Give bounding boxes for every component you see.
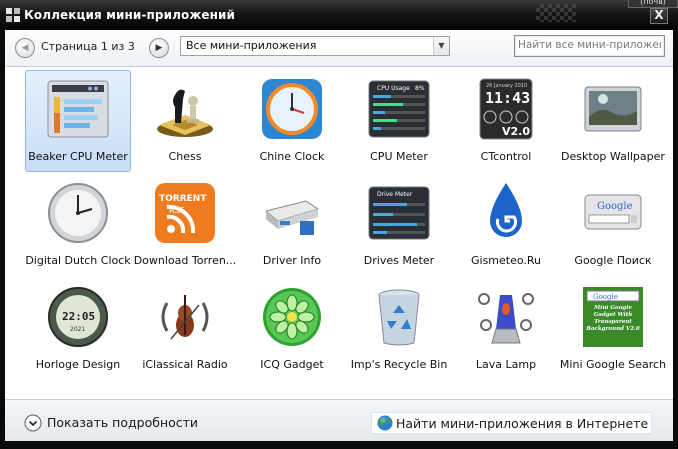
gadget-tile[interactable]: Chess: [132, 70, 238, 172]
gadget-label: Horloge Design: [35, 358, 121, 371]
gadget-label: Drives Meter: [363, 254, 435, 267]
gadget-label: CTcontrol: [480, 150, 532, 163]
gadget-label: Driver Info: [262, 254, 322, 267]
drives-meter-icon: Drive Meter: [368, 186, 430, 240]
svg-text:11:43: 11:43: [485, 89, 530, 107]
svg-text:22:05: 22:05: [62, 310, 95, 323]
svg-text:Google: Google: [593, 293, 618, 301]
horloge-design-icon: 22:05 2021: [48, 287, 108, 347]
titlebar-pattern: [536, 4, 576, 22]
gadget-tile[interactable]: Driver Info: [239, 174, 345, 276]
ctcontrol-icon: 26 January 2010 11:43 V2.0: [479, 78, 533, 140]
gadget-tile[interactable]: Imp's Recycle Bin: [346, 278, 452, 380]
gadget-label: Digital Dutch Clock: [25, 254, 131, 267]
filter-selected-value: Все мини-приложения: [186, 39, 317, 52]
svg-text:2021: 2021: [70, 326, 85, 333]
gadget-tile[interactable]: Gismeteo.Ru: [453, 174, 559, 276]
lava-lamp-icon: [478, 293, 534, 344]
gadget-label: CPU Meter: [370, 150, 428, 163]
gadget-tile[interactable]: Beaker CPU Meter: [25, 70, 131, 172]
svg-text:TORRENT: TORRENT: [159, 194, 207, 204]
gadget-tile[interactable]: Google Mini Google Gadget With Transpare…: [560, 278, 666, 380]
search-input[interactable]: [515, 36, 664, 54]
icq-gadget-icon: [263, 288, 321, 346]
chevron-left-icon: ◀: [21, 43, 29, 53]
mini-google-search-icon: Google Mini Google Gadget With Transpare…: [583, 287, 643, 347]
get-gadgets-online-label: Найти мини-приложения в Интернете: [396, 416, 649, 431]
svg-text:Drive Meter: Drive Meter: [377, 191, 413, 198]
gadget-tile[interactable]: 26 January 2010 11:43 V2.0 CTcontrol: [453, 70, 559, 172]
chevron-down-circle-icon[interactable]: [24, 414, 42, 432]
gadget-label: Chine Clock: [259, 150, 325, 163]
gadget-tile[interactable]: 22:05 2021 Horloge Design: [25, 278, 131, 380]
gadget-tile[interactable]: CPU Usage 8% CPU Meter: [346, 70, 452, 172]
svg-text:Google: Google: [597, 201, 633, 212]
beaker-cpu-meter-icon: [47, 80, 109, 138]
close-button[interactable]: X: [650, 8, 668, 24]
gismeteo-icon: [490, 183, 522, 237]
show-details-link[interactable]: Показать подробности: [47, 415, 198, 430]
toolbar: ◀ Страница 1 из 3 ▶ Все мини-приложения …: [5, 30, 673, 67]
gadget-tile[interactable]: iClassical Radio: [132, 278, 238, 380]
gadget-tile[interactable]: Drive Meter Drives Meter: [346, 174, 452, 276]
gallery-client-area: ◀ Страница 1 из 3 ▶ Все мини-приложения …: [5, 30, 673, 441]
gadget-label: Lava Lamp: [475, 358, 537, 371]
gadget-label: Gismeteo.Ru: [470, 254, 542, 267]
gadget-label: Chess: [168, 150, 202, 163]
gadget-label: Desktop Wallpaper: [561, 150, 665, 163]
cpu-meter-icon: CPU Usage 8%: [368, 80, 430, 138]
gadget-tile[interactable]: Lava Lamp: [453, 278, 559, 380]
gadget-app-icon: [6, 8, 20, 22]
gadget-tile[interactable]: TORRENT RSS Download Torren...: [132, 174, 238, 276]
svg-text:8%: 8%: [415, 85, 425, 92]
gadget-tile[interactable]: Google Google Поиск: [560, 174, 666, 276]
globe-icon: [377, 415, 393, 431]
gadget-label: Imp's Recycle Bin: [350, 358, 448, 371]
gadget-tile[interactable]: Desktop Wallpaper: [560, 70, 666, 172]
google-search-icon: Google: [584, 194, 642, 230]
svg-text:CPU Usage: CPU Usage: [377, 85, 410, 92]
gadget-label: Beaker CPU Meter: [28, 150, 128, 163]
iclassical-radio-icon: [161, 295, 209, 340]
page-indicator: Страница 1 из 3: [41, 40, 135, 53]
gadget-label: Mini Google Search: [559, 358, 667, 371]
svg-text:V2.0: V2.0: [502, 125, 530, 138]
previous-page-button[interactable]: ◀: [15, 38, 35, 58]
gadget-grid: Beaker CPU Meter Chess Chine Clock CPU U…: [5, 67, 673, 399]
category-filter-dropdown[interactable]: Все мини-приложения ▼: [180, 36, 450, 56]
gadget-gallery-window: Коллекция мини-приложений (почв) X ◀ Стр…: [0, 0, 678, 449]
gadget-label: iClassical Radio: [142, 358, 228, 371]
gadget-label: Download Torren...: [133, 254, 237, 267]
corner-tab[interactable]: (почв): [628, 0, 678, 8]
get-gadgets-online-link[interactable]: Найти мини-приложения в Интернете: [371, 412, 652, 434]
download-torrent-icon: TORRENT RSS: [155, 183, 215, 243]
digital-dutch-clock-icon: [48, 183, 108, 243]
gadget-label: ICQ Gadget: [260, 358, 324, 371]
desktop-wallpaper-icon: [584, 86, 642, 132]
chess-icon: [157, 89, 213, 137]
search-box[interactable]: [514, 35, 665, 57]
gadget-label: Google Поиск: [574, 254, 652, 267]
chine-clock-icon: [262, 79, 322, 139]
footer-bar: Показать подробности Найти мини-приложен…: [5, 399, 673, 441]
gadget-tile[interactable]: ICQ Gadget: [239, 278, 345, 380]
chevron-right-icon: ▶: [155, 43, 163, 53]
window-title: Коллекция мини-приложений: [24, 8, 236, 22]
driver-info-icon: [264, 200, 320, 235]
next-page-button[interactable]: ▶: [149, 38, 169, 58]
gadget-tile[interactable]: Chine Clock: [239, 70, 345, 172]
dropdown-arrow-icon[interactable]: ▼: [433, 37, 449, 55]
title-bar[interactable]: Коллекция мини-приложений (почв) X: [0, 0, 678, 30]
recycle-bin-icon: [378, 289, 420, 346]
gadget-tile[interactable]: Digital Dutch Clock: [25, 174, 131, 276]
